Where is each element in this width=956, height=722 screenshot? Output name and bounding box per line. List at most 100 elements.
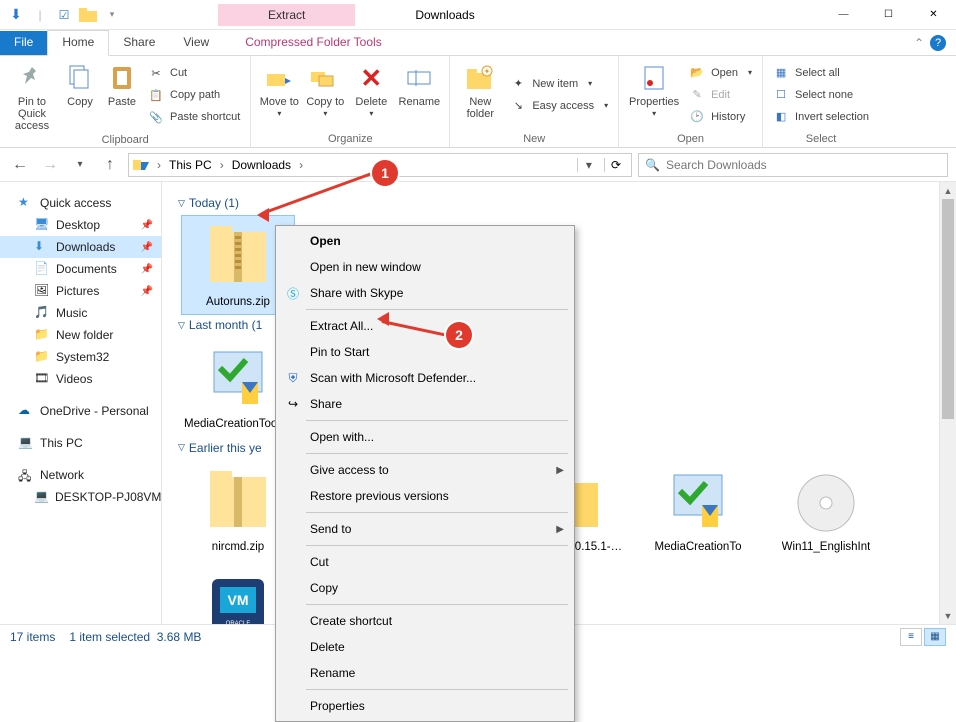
- videos-icon: 🎞: [34, 371, 50, 387]
- cut-button[interactable]: ✂Cut: [144, 63, 244, 83]
- close-button[interactable]: ✕: [911, 0, 956, 30]
- view-large-icons-button[interactable]: ▦: [924, 628, 946, 646]
- nav-videos[interactable]: 🎞Videos: [0, 368, 161, 390]
- scroll-thumb[interactable]: [942, 199, 954, 419]
- new-item-button[interactable]: ✦New item▾: [506, 74, 612, 94]
- window-title: Downloads: [415, 8, 474, 22]
- share-icon: ↪: [284, 395, 302, 413]
- ctx-create-shortcut[interactable]: Create shortcut: [276, 608, 574, 634]
- annotation-2: 2: [446, 322, 472, 348]
- pc-icon: 💻: [34, 489, 49, 505]
- contextual-tab-header[interactable]: Extract: [218, 4, 355, 26]
- ctx-defender[interactable]: ⛨Scan with Microsoft Defender...: [276, 365, 574, 391]
- copy-path-button[interactable]: 📋Copy path: [144, 85, 244, 105]
- chevron-right-icon[interactable]: ›: [218, 158, 226, 172]
- ctx-give-access[interactable]: Give access to▶: [276, 457, 574, 483]
- svg-text:VM: VM: [228, 592, 249, 608]
- tab-view[interactable]: View: [169, 31, 223, 55]
- ctx-pin-start[interactable]: Pin to Start: [276, 339, 574, 365]
- ctx-open-new-window[interactable]: Open in new window: [276, 254, 574, 280]
- nav-new-folder[interactable]: 📁New folder: [0, 324, 161, 346]
- select-all-button[interactable]: ▦Select all: [769, 63, 873, 83]
- nav-onedrive[interactable]: ☁OneDrive - Personal: [0, 400, 161, 422]
- ctx-copy[interactable]: Copy: [276, 575, 574, 601]
- history-button[interactable]: 🕑History: [685, 107, 756, 127]
- ctx-share-skype[interactable]: ⓈShare with Skype: [276, 280, 574, 306]
- copy-button[interactable]: Copy: [60, 58, 100, 132]
- help-icon[interactable]: ?: [930, 35, 946, 51]
- nav-music[interactable]: 🎵Music: [0, 302, 161, 324]
- select-none-button[interactable]: ☐Select none: [769, 85, 873, 105]
- ctx-open[interactable]: Open: [276, 228, 574, 254]
- tab-home[interactable]: Home: [47, 30, 109, 56]
- file-item[interactable]: Win11_EnglishInt: [770, 461, 882, 559]
- title-bar: ⬇ | ☑ ▾ Extract Downloads — ☐ ✕: [0, 0, 956, 30]
- view-details-button[interactable]: ≡: [900, 628, 922, 646]
- chevron-right-icon[interactable]: ›: [155, 158, 163, 172]
- nav-system32[interactable]: 📁System32: [0, 346, 161, 368]
- open-button[interactable]: 📂Open▾: [685, 63, 756, 83]
- ctx-share[interactable]: ↪Share: [276, 391, 574, 417]
- qat-overflow-icon[interactable]: ▾: [102, 5, 122, 25]
- desktop-icon: 🖥: [34, 217, 50, 233]
- scroll-down-icon[interactable]: ▼: [940, 607, 956, 624]
- qat-down-arrow-icon[interactable]: ⬇: [6, 5, 26, 25]
- tab-share[interactable]: Share: [109, 31, 169, 55]
- file-item[interactable]: MediaCreationTo: [642, 461, 754, 559]
- properties-button[interactable]: Properties▾: [625, 58, 683, 131]
- edit-button[interactable]: ✎Edit: [685, 85, 756, 105]
- nav-recent-dropdown[interactable]: ▾: [68, 153, 92, 177]
- crumb-downloads[interactable]: Downloads: [230, 158, 293, 172]
- nav-this-pc[interactable]: 💻This PC: [0, 432, 161, 454]
- maximize-button[interactable]: ☐: [866, 0, 911, 30]
- nav-forward-button[interactable]: →: [38, 153, 62, 177]
- nav-desktop[interactable]: 🖥Desktop📌: [0, 214, 161, 236]
- chevron-right-icon[interactable]: ›: [297, 158, 305, 172]
- ctx-open-with[interactable]: Open with...: [276, 424, 574, 450]
- scroll-up-icon[interactable]: ▲: [940, 182, 956, 199]
- easy-access-button[interactable]: ↘Easy access▾: [506, 96, 612, 116]
- paste-button[interactable]: Paste: [102, 58, 142, 132]
- nav-quick-access[interactable]: ★Quick access: [0, 192, 161, 214]
- context-menu: Open Open in new window ⓈShare with Skyp…: [275, 225, 575, 722]
- ribbon-collapse-icon[interactable]: ⌃: [914, 36, 924, 50]
- paste-shortcut-button[interactable]: 📎Paste shortcut: [144, 107, 244, 127]
- search-box[interactable]: 🔍 Search Downloads: [638, 153, 948, 177]
- nav-back-button[interactable]: ←: [8, 153, 32, 177]
- pin-quick-access-button[interactable]: Pin to Quick access: [6, 58, 58, 132]
- nav-network-host[interactable]: 💻DESKTOP-PJ08VM9: [0, 486, 161, 508]
- tab-compressed-tools[interactable]: Compressed Folder Tools: [231, 31, 396, 55]
- refresh-icon[interactable]: ⟳: [604, 158, 627, 172]
- delete-x-icon: ✕: [355, 62, 387, 94]
- ctx-delete[interactable]: Delete: [276, 634, 574, 660]
- rename-button[interactable]: Rename: [395, 58, 443, 131]
- qat-checkbox-icon[interactable]: ☑: [54, 5, 74, 25]
- file-label: nircmd.zip: [212, 541, 264, 553]
- history-icon: 🕑: [689, 109, 705, 125]
- ctx-send-to[interactable]: Send to▶: [276, 516, 574, 542]
- ctx-cut[interactable]: Cut: [276, 549, 574, 575]
- new-folder-button[interactable]: ✦New folder: [456, 58, 504, 131]
- address-dropdown-icon[interactable]: ▾: [577, 158, 600, 172]
- nav-network[interactable]: 🖧Network: [0, 464, 161, 486]
- qat-folder-icon[interactable]: [78, 5, 98, 25]
- invert-selection-button[interactable]: ◧Invert selection: [769, 107, 873, 127]
- nav-documents[interactable]: 📄Documents📌: [0, 258, 161, 280]
- nav-downloads[interactable]: ⬇Downloads📌: [0, 236, 161, 258]
- group-organize-label: Organize: [257, 131, 443, 147]
- delete-button[interactable]: ✕Delete▾: [349, 58, 393, 131]
- crumb-this-pc[interactable]: This PC: [167, 158, 214, 172]
- tab-file[interactable]: File: [0, 31, 47, 55]
- ctx-extract-all[interactable]: Extract All...: [276, 313, 574, 339]
- move-to-button[interactable]: Move to▾: [257, 58, 301, 131]
- ctx-rename[interactable]: Rename: [276, 660, 574, 686]
- ctx-restore-versions[interactable]: Restore previous versions: [276, 483, 574, 509]
- navigation-pane[interactable]: ★Quick access 🖥Desktop📌 ⬇Downloads📌 📄Doc…: [0, 182, 162, 624]
- minimize-button[interactable]: —: [821, 0, 866, 30]
- folder-icon: 📁: [34, 349, 50, 365]
- nav-pictures[interactable]: 🖼Pictures📌: [0, 280, 161, 302]
- copy-to-button[interactable]: Copy to▾: [303, 58, 347, 131]
- ctx-properties[interactable]: Properties: [276, 693, 574, 719]
- vertical-scrollbar[interactable]: ▲ ▼: [939, 182, 956, 624]
- nav-up-button[interactable]: ↑: [98, 153, 122, 177]
